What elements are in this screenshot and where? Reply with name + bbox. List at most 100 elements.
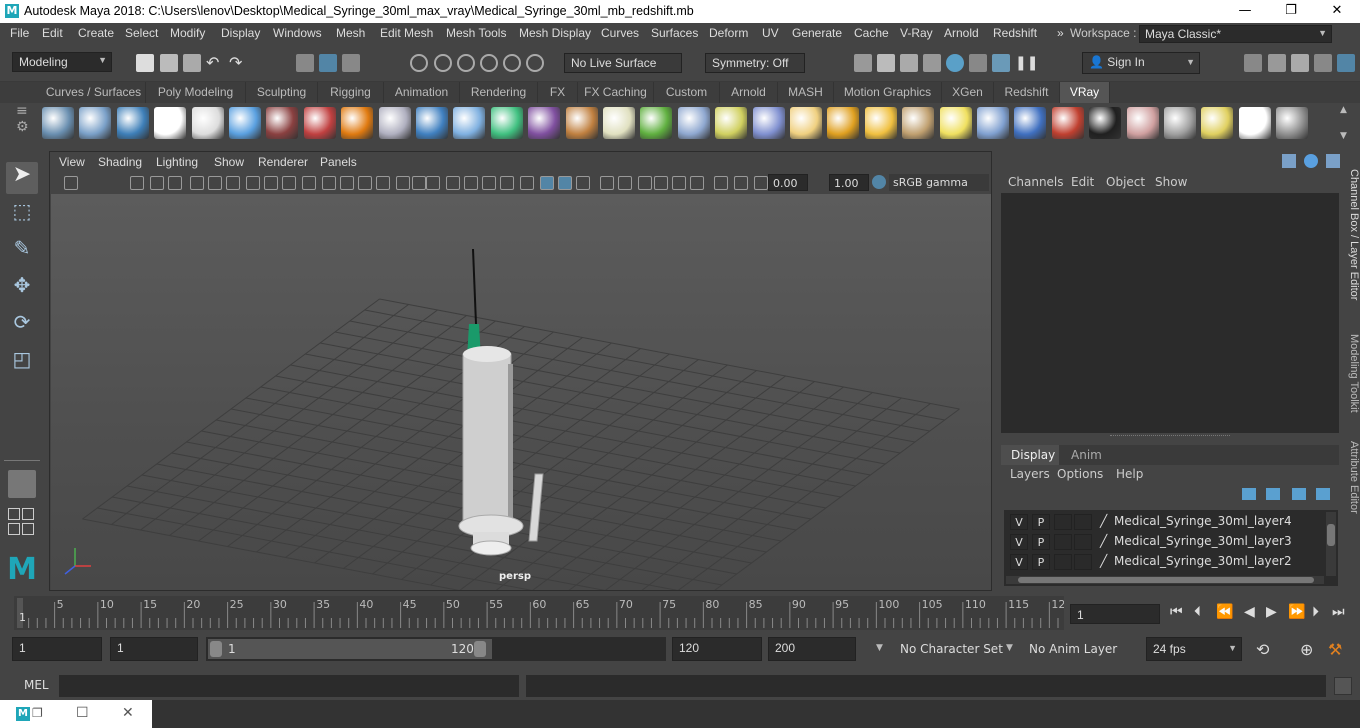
viewport-toolbar-icon[interactable] — [672, 176, 686, 190]
layer-display-type[interactable] — [1054, 554, 1072, 570]
menu-vray[interactable]: V-Ray — [900, 26, 933, 40]
new-scene-icon[interactable] — [136, 54, 154, 72]
menu-generate[interactable]: Generate — [792, 26, 842, 40]
character-set-field[interactable]: No Character Set — [900, 642, 1003, 656]
layer-name[interactable]: Medical_Syringe_30ml_layer4 — [1114, 514, 1292, 528]
range-slider[interactable]: 1 120 — [206, 637, 666, 661]
viewport-toolbar-icon[interactable] — [500, 176, 514, 190]
menuset-dropdown[interactable]: Modeling ▼ — [12, 52, 112, 72]
select-object-icon[interactable] — [319, 54, 337, 72]
viewport-menu-panels[interactable]: Panels — [320, 155, 357, 169]
close-icon[interactable]: ✕ — [122, 705, 134, 721]
viewport-toolbar-icon[interactable] — [482, 176, 496, 190]
shelf-tool-icon[interactable] — [229, 107, 261, 139]
anim-layer-chevron-icon[interactable]: ▼ — [1006, 643, 1013, 653]
panel-splitter[interactable] — [1110, 435, 1230, 437]
layer-playback-toggle[interactable]: P — [1032, 554, 1050, 570]
menu-deform[interactable]: Deform — [709, 26, 748, 40]
tab-anim[interactable]: Anim — [1071, 448, 1102, 462]
viewport-menu-shading[interactable]: Shading — [98, 155, 142, 169]
render-settings-icon[interactable] — [854, 54, 872, 72]
step-back-frame-icon[interactable]: ⏴ — [1194, 604, 1201, 620]
viewport-toolbar-icon[interactable] — [600, 176, 614, 190]
channels-object-menu[interactable]: Object — [1106, 175, 1145, 189]
menu-edit-mesh[interactable]: Edit Mesh — [380, 26, 433, 40]
channel-box-icon-3[interactable] — [1326, 154, 1340, 168]
attribute-editor-icon[interactable] — [1268, 54, 1286, 72]
shelf-tool-icon[interactable] — [677, 107, 710, 139]
viewport-toolbar-icon[interactable] — [520, 176, 534, 190]
color-space-field[interactable]: sRGB gamma — [889, 174, 989, 191]
undo-icon[interactable]: ↶ — [206, 54, 224, 72]
step-forward-key-icon[interactable]: ⏩ — [1288, 604, 1305, 620]
tab-curves-surfaces[interactable]: Curves / Surfaces — [42, 82, 146, 103]
tab-fx-caching[interactable]: FX Caching — [578, 82, 654, 103]
menu-edit[interactable]: Edit — [42, 26, 63, 40]
tab-rigging[interactable]: Rigging — [318, 82, 384, 103]
tab-vray[interactable]: VRay — [1060, 82, 1110, 103]
go-to-start-icon[interactable]: ⏮ — [1170, 604, 1183, 620]
viewport-toolbar-icon[interactable] — [396, 176, 410, 190]
viewport-menu-lighting[interactable]: Lighting — [156, 155, 198, 169]
shelf-tool-icon[interactable] — [1164, 107, 1196, 139]
viewport-toolbar-icon[interactable] — [376, 176, 390, 190]
snap-pivot-icon[interactable] — [526, 54, 544, 72]
channels-edit-menu[interactable]: Edit — [1071, 175, 1094, 189]
viewport-toolbar-icon[interactable] — [690, 176, 704, 190]
viewport-menu-view[interactable]: View — [59, 155, 85, 169]
layer-editor-toggle-icon[interactable] — [1337, 54, 1355, 72]
new-layer-icon[interactable] — [1292, 488, 1306, 500]
layer-visibility-toggle[interactable]: V — [1010, 534, 1028, 550]
animation-end-field[interactable]: 200 — [768, 637, 856, 661]
layer-playback-toggle[interactable]: P — [1032, 534, 1050, 550]
viewport-toolbar-icon[interactable] — [150, 176, 164, 190]
snap-curve-icon[interactable] — [434, 54, 452, 72]
modeling-toolkit-icon[interactable] — [1244, 54, 1262, 72]
animation-start-field[interactable]: 1 — [12, 637, 102, 661]
shelf-tool-icon[interactable] — [42, 107, 74, 139]
shelf-tool-icon[interactable] — [191, 107, 224, 139]
layers-menu[interactable]: Layers — [1010, 467, 1050, 481]
shelf-tool-icon[interactable] — [266, 107, 299, 139]
layout-four-icon[interactable] — [22, 523, 34, 535]
menu-file[interactable]: File — [10, 26, 29, 40]
viewport-toolbar-icon[interactable] — [714, 176, 728, 190]
minimize-button[interactable]: — — [1222, 0, 1268, 23]
playback-end-field[interactable]: 120 — [672, 637, 762, 661]
shelf-settings-icon[interactable]: ⚙ — [16, 119, 29, 135]
color-management-icon[interactable] — [872, 175, 886, 189]
range-start-handle[interactable] — [210, 641, 222, 657]
move-tool-icon[interactable]: ✥ — [6, 273, 38, 305]
script-editor-icon[interactable] — [1334, 677, 1352, 695]
menu-redshift[interactable]: Redshift — [993, 26, 1037, 40]
shelf-tool-icon[interactable] — [902, 107, 935, 139]
shelf-tool-icon[interactable] — [640, 107, 673, 139]
tab-display[interactable]: Display — [1001, 445, 1059, 465]
shelf-tool-icon[interactable] — [715, 107, 748, 139]
go-to-end-icon[interactable]: ⏭ — [1332, 604, 1345, 620]
viewport-toolbar-icon[interactable] — [168, 176, 182, 190]
tab-redshift[interactable]: Redshift — [994, 82, 1060, 103]
shelf-tool-icon[interactable] — [490, 107, 523, 139]
menu-modify[interactable]: Modify — [170, 26, 205, 40]
move-layer-up-icon[interactable] — [1242, 488, 1256, 500]
viewport-toolbar-icon[interactable] — [618, 176, 632, 190]
layer-color-swatch[interactable] — [1074, 554, 1092, 570]
render-view-icon[interactable] — [923, 54, 941, 72]
step-back-key-icon[interactable]: ⏪ — [1216, 604, 1233, 620]
menu-create[interactable]: Create — [78, 26, 114, 40]
shelf-tool-icon[interactable] — [528, 107, 561, 139]
shelf-scroll-down-icon[interactable]: ▼ — [1340, 131, 1347, 141]
restore-icon[interactable]: ❐ — [32, 706, 43, 720]
shelf-tool-icon[interactable] — [79, 107, 112, 139]
shelf-tool-icon[interactable] — [864, 107, 897, 139]
shelf-tool-icon[interactable] — [1201, 107, 1234, 139]
layer-display-type[interactable] — [1054, 514, 1072, 530]
play-backward-icon[interactable]: ◀ — [1244, 604, 1255, 620]
layout-three-icon[interactable] — [8, 523, 20, 535]
exposure-field[interactable]: 0.00 — [768, 174, 808, 191]
command-input[interactable] — [59, 675, 519, 697]
viewport-menu-renderer[interactable]: Renderer — [258, 155, 308, 169]
vray-render-icon[interactable] — [969, 54, 987, 72]
workspace-dropdown[interactable]: Maya Classic* ▼ — [1139, 25, 1332, 43]
